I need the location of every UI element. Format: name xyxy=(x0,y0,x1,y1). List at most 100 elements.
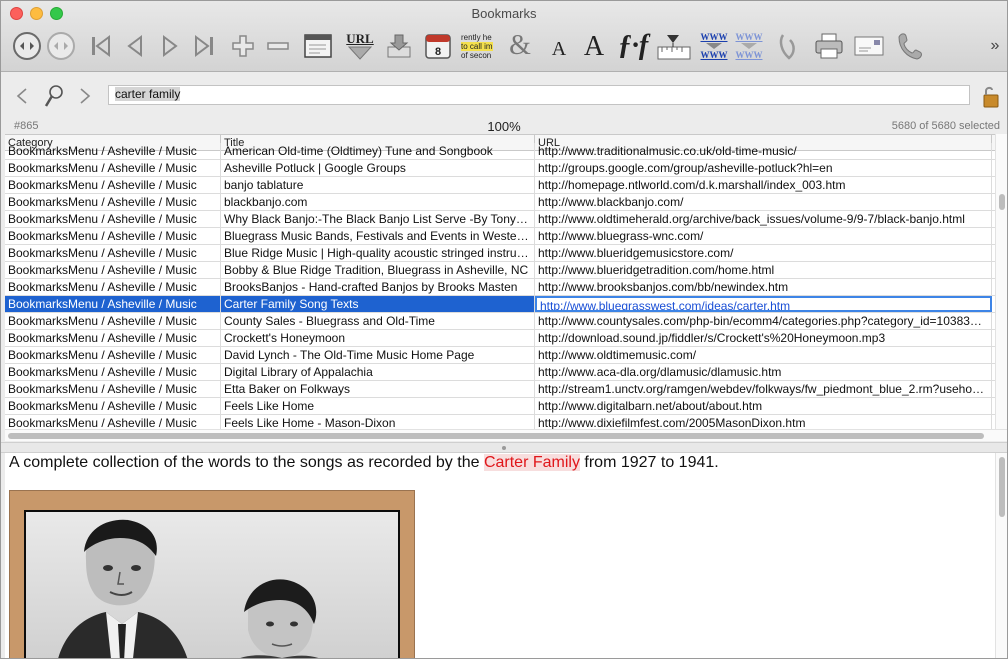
search-forward-icon[interactable] xyxy=(78,87,92,108)
www-unlink-bottom: WWW xyxy=(735,50,763,60)
window-icon[interactable] xyxy=(302,28,334,64)
delete-record-icon[interactable] xyxy=(264,28,292,64)
table-cell-title: Bluegrass Music Bands, Festivals and Eve… xyxy=(221,228,535,244)
table-cell-title: BrooksBanjos - Hand-crafted Banjos by Br… xyxy=(221,279,535,295)
zoom-level: 100% xyxy=(487,119,521,134)
table-cell-url: http://www.oldtimemusic.com/ xyxy=(535,347,992,363)
table-row[interactable]: BookmarksMenu / Asheville / Music BrooksB… xyxy=(5,279,995,296)
url-label: URL xyxy=(346,30,374,46)
function-icon[interactable]: ƒ·f xyxy=(617,28,649,64)
table-row[interactable]: BookmarksMenu / Asheville / Music Bobby &… xyxy=(5,262,995,279)
table-cell-url-text: http://www.dixiefilmfest.com/2005MasonDi… xyxy=(538,416,806,429)
table-cell-url: http://www.bluegrass-wnc.com/ xyxy=(535,228,992,244)
pane-splitter[interactable] xyxy=(1,442,1007,453)
url-download-icon[interactable]: URL xyxy=(343,28,377,64)
table-row[interactable]: BookmarksMenu / Asheville / Music David L… xyxy=(5,347,995,364)
font-smaller-icon[interactable]: A xyxy=(546,28,572,64)
table-row[interactable]: BookmarksMenu / Asheville / Music Crocket… xyxy=(5,330,995,347)
table-cell-category: BookmarksMenu / Asheville / Music xyxy=(5,177,221,193)
description-vertical-scroll-thumb[interactable] xyxy=(999,457,1005,517)
table-cell-url-text: http://www.blueridgetradition.com/home.h… xyxy=(538,263,775,277)
table-cell-title: Feels Like Home xyxy=(221,398,535,414)
table-cell-category: BookmarksMenu / Asheville / Music xyxy=(5,364,221,380)
text-preview-icon[interactable]: rently he to call im of secon xyxy=(461,28,497,64)
table-cell-title: Feels Like Home - Mason-Dixon xyxy=(221,415,535,429)
search-back-icon[interactable] xyxy=(15,87,29,108)
status-row: #865 100% 5680 of 5680 selected xyxy=(1,119,1007,135)
table-row-partial[interactable]: BookmarksMenu / Asheville / Music America… xyxy=(5,143,995,160)
table-vertical-scrollbar[interactable] xyxy=(995,134,1007,429)
last-record-icon[interactable] xyxy=(190,28,218,64)
table-horizontal-scrollbar[interactable] xyxy=(5,429,1007,441)
first-record-icon[interactable] xyxy=(87,28,115,64)
description-highlight: Carter Family xyxy=(483,454,580,471)
table-cell-url-text: http://stream1.unctv.org/ramgen/webdev/f… xyxy=(538,382,985,396)
open-tray-icon[interactable] xyxy=(384,28,414,64)
table-vertical-scroll-thumb[interactable] xyxy=(999,194,1005,210)
table-cell: American Old-time (Oldtimey) Tune and So… xyxy=(221,143,535,159)
table-cell-url-text: http://www.blackbanjo.com/ xyxy=(538,195,684,209)
next-record-icon[interactable] xyxy=(156,28,184,64)
splitter-grip-icon[interactable] xyxy=(502,446,506,450)
font-larger-icon[interactable]: A xyxy=(579,28,609,64)
printer-icon[interactable] xyxy=(812,28,846,64)
table-cell-title: Etta Baker on Folkways xyxy=(221,381,535,397)
table-cell-url: http://www.dixiefilmfest.com/2005MasonDi… xyxy=(535,415,992,429)
table-cell-url-text: http://www.bluegrass-wnc.com/ xyxy=(538,229,704,243)
table-row[interactable]: BookmarksMenu / Asheville / Music Digital… xyxy=(5,364,995,381)
table-cell-title: Crockett's Honeymoon xyxy=(221,330,535,346)
table-horizontal-scroll-thumb[interactable] xyxy=(8,433,984,439)
table-cell-url: http://www.aca-dla.org/dlamusic/dlamusic… xyxy=(535,364,992,380)
ruler-icon[interactable] xyxy=(656,28,692,64)
www-unlink-icon[interactable]: WWW WWW xyxy=(733,28,765,64)
table-cell-title: David Lynch - The Old-Time Music Home Pa… xyxy=(221,347,535,363)
search-tool-icon[interactable] xyxy=(43,84,65,111)
add-record-icon[interactable] xyxy=(229,28,257,64)
lock-icon[interactable] xyxy=(979,85,1001,112)
table-cell-url: http://www.blueridgetradition.com/home.h… xyxy=(535,262,992,278)
calendar-icon[interactable]: 8 xyxy=(422,28,454,64)
table-cell-url: http://www.oldtimeherald.org/archive/bac… xyxy=(535,211,992,227)
table-cell-url-text: http://homepage.ntlworld.com/d.k.marshal… xyxy=(538,178,846,192)
table-cell-url-text: http://www.digitalbarn.net/about/about.h… xyxy=(538,399,763,413)
ampersand-icon[interactable]: & xyxy=(505,28,535,64)
table-cell-title: County Sales - Bluegrass and Old-Time xyxy=(221,313,535,329)
overflow-chevron-icon[interactable]: » xyxy=(985,28,1005,64)
table-cell-url: http://www.brooksbanjos.com/bb/newindex.… xyxy=(535,279,992,295)
table-row[interactable]: BookmarksMenu / Asheville / Music Ashevil… xyxy=(5,160,995,177)
window-title: Bookmarks xyxy=(471,6,537,21)
envelope-icon[interactable] xyxy=(852,28,886,64)
table-cell-url: http://stream1.unctv.org/ramgen/webdev/f… xyxy=(535,381,992,397)
carter-family-photo-frame xyxy=(9,490,415,658)
table-row[interactable]: BookmarksMenu / Asheville / Music blackba… xyxy=(5,194,995,211)
previous-record-icon[interactable] xyxy=(121,28,149,64)
table-row[interactable]: BookmarksMenu / Asheville / Music Blue Ri… xyxy=(5,245,995,262)
www-link-bottom: WWW xyxy=(700,50,728,60)
table-cell-category: BookmarksMenu / Asheville / Music xyxy=(5,330,221,346)
table-row[interactable]: BookmarksMenu / Asheville / Music Bluegra… xyxy=(5,228,995,245)
table-cell-category: BookmarksMenu / Asheville / Music xyxy=(5,279,221,295)
table-cell-category: BookmarksMenu / Asheville / Music xyxy=(5,313,221,329)
table-cell-url-text[interactable]: http://www.bluegrasswest.com/ideas/carte… xyxy=(540,299,790,310)
clip-icon[interactable] xyxy=(774,28,802,64)
table-row[interactable]: BookmarksMenu / Asheville / Music banjo t… xyxy=(5,177,995,194)
table-row[interactable]: BookmarksMenu / Asheville / Music County … xyxy=(5,313,995,330)
table-cell-category: BookmarksMenu / Asheville / Music xyxy=(5,245,221,261)
www-link-icon[interactable]: WWW WWW xyxy=(698,28,730,64)
table-row[interactable]: BookmarksMenu / Asheville / Music Feels L… xyxy=(5,415,995,429)
table-row[interactable]: BookmarksMenu / Asheville / Music Feels L… xyxy=(5,398,995,415)
description-vertical-scrollbar[interactable] xyxy=(995,453,1007,658)
table-row[interactable]: BookmarksMenu / Asheville / Music Why Bla… xyxy=(5,211,995,228)
navigate-back-icon[interactable] xyxy=(11,28,43,64)
table-cell-category: BookmarksMenu / Asheville / Music xyxy=(5,347,221,363)
bookmarks-window: Bookmarks URL 8 rently he to call im of … xyxy=(0,0,1008,659)
table-row[interactable]: BookmarksMenu / Asheville / Music Etta Ba… xyxy=(5,381,995,398)
phone-icon[interactable] xyxy=(893,28,925,64)
table-cell-url: http://www.digitalbarn.net/about/about.h… xyxy=(535,398,992,414)
table-cell-title: banjo tablature xyxy=(221,177,535,193)
navigate-forward-icon[interactable] xyxy=(45,28,77,64)
search-input[interactable]: carter family xyxy=(108,85,970,105)
description-pane[interactable]: A complete collection of the words to th… xyxy=(5,453,995,658)
table-row[interactable]: BookmarksMenu / Asheville / Music Carter … xyxy=(5,296,995,313)
description-text: A complete collection of the words to th… xyxy=(9,454,719,472)
